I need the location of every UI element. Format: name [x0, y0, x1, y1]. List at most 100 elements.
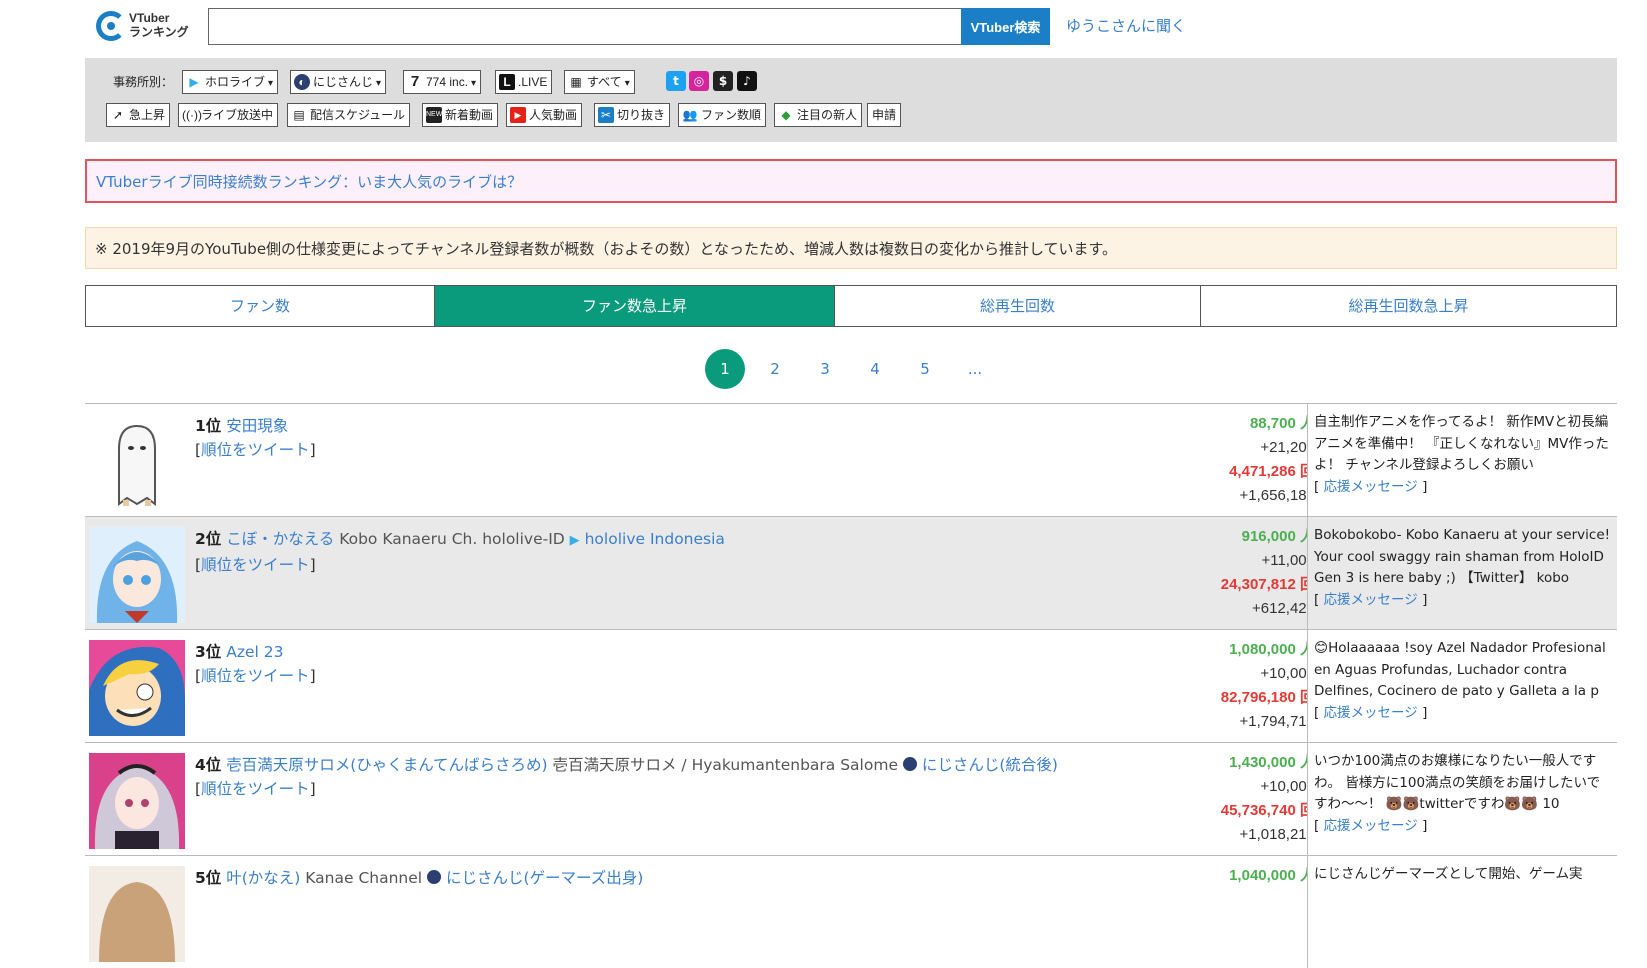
agency-hololive-dropdown[interactable]: ▶ ホロライブ [182, 70, 279, 94]
page-1[interactable]: 1 [705, 349, 745, 389]
tab-total-views[interactable]: 総再生回数 [835, 286, 1201, 326]
nav-live-button[interactable]: ((·)) ライブ放送中 [178, 103, 279, 127]
channel-description: 😊Holaaaaaa !soy Azel Nadador Profesional… [1307, 630, 1617, 742]
fan-count: 1,040,000 人 [1229, 867, 1315, 884]
agency-all-dropdown[interactable]: ▦ すべて [564, 70, 635, 94]
view-delta: +1,018,210 [1239, 826, 1316, 843]
tweet-rank-link[interactable]: 順位をツイート [201, 556, 310, 574]
twitter-icon[interactable]: t [666, 71, 686, 91]
calendar-icon: ▤ [293, 108, 305, 122]
avatar[interactable] [89, 866, 185, 962]
cheer-message-link[interactable]: 応援メッセージ [1324, 479, 1418, 495]
view-count: 24,307,812 回 [1220, 576, 1315, 593]
users-icon: 👥 [682, 108, 698, 122]
page-4[interactable]: 4 [855, 349, 895, 389]
nijisanji-icon: ◐ [294, 74, 310, 90]
agency-label: 事務所別： [113, 75, 174, 89]
tab-fan-count[interactable]: ファン数 [86, 286, 435, 326]
stats: 88,700 人 +21,200 4,471,286 回 +1,656,184 [1229, 412, 1315, 508]
hololive-icon: ▶ [569, 533, 580, 548]
channel-name: 壱百満天原サロメ / Hyakumantenbara Salome [552, 756, 898, 774]
site-logo[interactable]: VTuber ランキング [96, 11, 196, 43]
avatar[interactable] [89, 753, 185, 849]
774-icon: 7 [410, 73, 420, 90]
page-more[interactable]: ... [955, 349, 995, 389]
logo-text-bottom: ランキング [129, 25, 189, 39]
vtuber-search-button[interactable]: VTuber検索 [961, 8, 1050, 45]
vtuber-name-link[interactable]: こぼ・かなえる [226, 530, 334, 548]
logo-text-top: VTuber [129, 11, 170, 25]
agency-link[interactable]: hololive Indonesia [585, 530, 725, 548]
stats: 1,040,000 人 [1229, 864, 1315, 888]
dollar-icon[interactable]: $ [713, 71, 733, 91]
tweet-rank-link[interactable]: 順位をツイート [201, 667, 310, 685]
tiktok-icon[interactable]: ♪ [737, 71, 757, 91]
agency-774inc-dropdown[interactable]: 7 774 inc. [403, 70, 482, 94]
vtuber-name-link[interactable]: Azel 23 [226, 643, 283, 661]
nav-fan-count-button[interactable]: 👥 ファン数順 [678, 103, 767, 127]
fan-count: 1,080,000 人 [1229, 641, 1315, 658]
ranking-row: 1位 安田現象 [順位をツイート] 88,700 人 +21,200 4,471… [85, 403, 1617, 516]
agency-link[interactable]: にじさんじ(統合後) [922, 756, 1058, 774]
page-2[interactable]: 2 [755, 349, 795, 389]
broadcast-icon: ((·)) [182, 108, 202, 122]
new-icon: NEW [426, 107, 442, 123]
scissors-icon: ✂ [598, 107, 614, 123]
dotlive-icon: L [499, 74, 515, 90]
fan-count: 1,430,000 人 [1229, 754, 1315, 771]
channel-description: いつか100満点のお嬢様になりたい一般人ですわ。 皆様方に100満点の笑顔をお届… [1307, 743, 1617, 855]
tweet-rank-link[interactable]: 順位をツイート [201, 780, 310, 798]
vtuber-name-link[interactable]: 安田現象 [226, 417, 288, 435]
notice-box: ※ 2019年9月のYouTube側の仕様変更によってチャンネル登録者数が概数（… [85, 227, 1617, 269]
agency-dotlive-button[interactable]: L .LIVE [495, 70, 553, 94]
search-input[interactable] [208, 8, 961, 45]
vtuber-name-link[interactable]: 壱百満天原サロメ(ひゃくまんてんばらさろめ) [226, 756, 547, 774]
page-5[interactable]: 5 [905, 349, 945, 389]
agency-nijisanji-dropdown[interactable]: ◐ にじさんじ [290, 70, 387, 94]
cheer-message-link[interactable]: 応援メッセージ [1324, 818, 1418, 834]
rank-label: 3位 [195, 643, 222, 661]
channel-description: にじさんじゲーマーズとして開始、ゲーム実 [1307, 856, 1617, 968]
nav-trending-button[interactable]: ➚ 急上昇 [106, 103, 171, 127]
channel-description: 自主制作アニメを作ってるよ！ 新作MVと初長編アニメを準備中！ 『正しくなれない… [1307, 404, 1617, 516]
cheer-message-link[interactable]: 応援メッセージ [1324, 592, 1418, 608]
avatar[interactable] [89, 527, 185, 623]
stats: 1,080,000 人 +10,000 82,796,180 回 +1,794,… [1221, 638, 1315, 734]
channel-description: Bokobokobo- Kobo Kanaeru at your service… [1307, 517, 1617, 629]
instagram-icon[interactable]: ◎ [689, 71, 709, 91]
tab-fan-count-rising[interactable]: ファン数急上昇 [435, 286, 835, 326]
fan-count: 88,700 人 [1249, 415, 1315, 432]
nav-popular-videos-button[interactable]: ▶ 人気動画 [506, 103, 583, 127]
fan-count: 916,000 人 [1241, 528, 1315, 545]
header: VTuber ランキング VTuber検索 ゆうこさんに聞く [0, 0, 1647, 56]
rank-label: 4位 [195, 756, 222, 774]
hololive-icon: ▶ [189, 75, 199, 89]
tab-total-views-rising[interactable]: 総再生回数急上昇 [1201, 286, 1616, 326]
view-count: 45,736,740 回 [1220, 802, 1315, 819]
fan-delta: +10,000 [1260, 665, 1315, 682]
nav-new-videos-button[interactable]: NEW 新着動画 [422, 103, 499, 127]
page-3[interactable]: 3 [805, 349, 845, 389]
stats: 1,430,000 人 +10,000 45,736,740 回 +1,018,… [1221, 751, 1315, 847]
youtube-icon: ▶ [510, 107, 526, 123]
cheer-message-link[interactable]: 応援メッセージ [1324, 705, 1418, 721]
ranking-row: 3位 Azel 23 [順位をツイート] 1,080,000 人 +10,000… [85, 629, 1617, 742]
view-count: 4,471,286 回 [1229, 463, 1315, 480]
tweet-rank-link[interactable]: 順位をツイート [201, 441, 310, 459]
rank-label: 1位 [195, 417, 222, 435]
live-ranking-banner[interactable]: VTuberライブ同時接続数ランキング：いま大人気のライブは？ [85, 159, 1617, 203]
fan-delta: +21,200 [1260, 439, 1315, 456]
ask-yuko-link[interactable]: ゆうこさんに聞く [1066, 15, 1186, 36]
nav-schedule-button[interactable]: ▤ 配信スケジュール [287, 103, 411, 127]
ranking-row: 2位 こぼ・かなえる Kobo Kanaeru Ch. hololive-ID … [85, 516, 1617, 629]
building-icon: ▦ [570, 75, 582, 89]
beginner-mark-icon: ◆ [781, 108, 791, 122]
nav-rookies-button[interactable]: ◆ 注目の新人 [774, 103, 863, 127]
nav-bar: 事務所別： ▶ホロライブ ◐にじさんじ 7774 inc. L.LIVE ▦すべ… [85, 58, 1617, 142]
avatar[interactable] [89, 640, 185, 736]
nav-apply-button[interactable]: 申請 [867, 103, 902, 127]
nijisanji-icon [427, 870, 442, 884]
avatar[interactable] [89, 414, 185, 510]
nav-clips-button[interactable]: ✂ 切り抜き [594, 103, 671, 127]
fan-delta: +11,000 [1261, 552, 1315, 569]
